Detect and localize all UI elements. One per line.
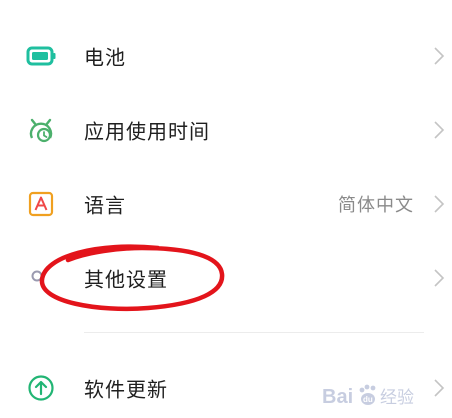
- chevron-right-icon: [434, 121, 445, 139]
- settings-item-label: 其他设置: [84, 267, 168, 292]
- battery-icon: [26, 41, 56, 71]
- chevron-right-icon: [434, 379, 445, 397]
- settings-item-other-settings[interactable]: 其他设置: [0, 248, 452, 308]
- settings-item-label: 应用使用时间: [84, 119, 210, 144]
- language-icon: [26, 189, 56, 219]
- app-usage-timer-icon: [26, 115, 56, 145]
- settings-item-software-update[interactable]: 软件更新: [0, 358, 452, 418]
- settings-list: 电池 应用使用时间 语言 简体中文 其他设置 软件更新: [0, 0, 452, 413]
- section-divider: [84, 332, 424, 333]
- settings-item-label: 语言: [84, 193, 126, 218]
- chevron-right-icon: [434, 269, 445, 287]
- settings-item-language[interactable]: 语言 简体中文: [0, 174, 452, 234]
- update-arrow-icon: [26, 373, 56, 403]
- chevron-right-icon: [434, 47, 445, 65]
- language-value: 简体中文: [338, 195, 414, 216]
- settings-item-app-usage-time[interactable]: 应用使用时间: [0, 100, 452, 160]
- settings-item-label: 电池: [84, 45, 126, 70]
- chevron-right-icon: [434, 195, 445, 213]
- settings-item-label: 软件更新: [84, 377, 168, 402]
- settings-item-battery[interactable]: 电池: [0, 26, 452, 86]
- other-settings-icon: [26, 263, 56, 293]
